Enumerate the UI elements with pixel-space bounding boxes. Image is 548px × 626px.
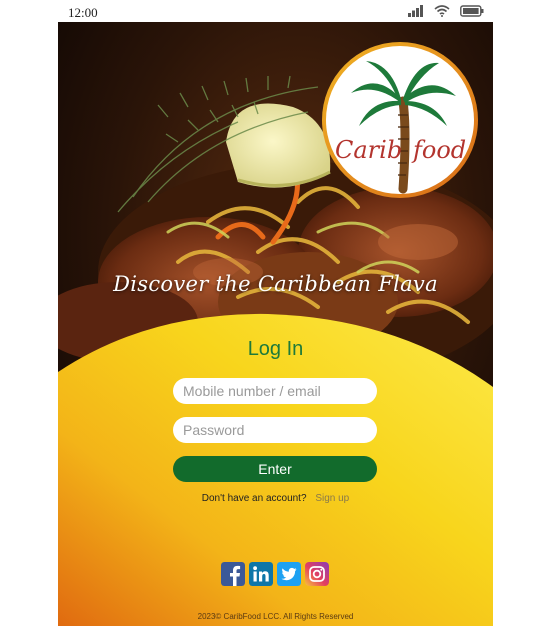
- wifi-icon: [434, 5, 450, 17]
- status-bar: 12:00: [0, 0, 548, 22]
- linkedin-icon[interactable]: [249, 562, 273, 586]
- signal-icon: [408, 5, 423, 17]
- instagram-icon[interactable]: [305, 562, 329, 586]
- login-title: Log In: [247, 338, 304, 360]
- facebook-icon[interactable]: [221, 562, 245, 586]
- status-time: 12:00: [68, 5, 98, 20]
- social-links: [221, 562, 329, 586]
- enter-button[interactable]: Enter: [173, 456, 377, 482]
- copyright-text: 2023© CaribFood LCC. All Rights Reserved: [197, 612, 354, 621]
- battery-icon: [460, 5, 484, 17]
- signup-prompt: Don't have an account?: [201, 493, 307, 504]
- status-icons: [408, 4, 484, 18]
- app-screen: Carib food Discover the Caribbean Flava …: [58, 22, 493, 626]
- password-field[interactable]: [173, 417, 377, 443]
- twitter-icon[interactable]: [277, 562, 301, 586]
- login-panel-background: [58, 313, 493, 626]
- signup-row: Don't have an account? Sign up: [58, 493, 493, 504]
- device-frame: 12:00 Carib food Discover the Caribbean …: [0, 0, 548, 626]
- email-field[interactable]: [173, 378, 377, 404]
- signup-link[interactable]: Sign up: [315, 493, 349, 504]
